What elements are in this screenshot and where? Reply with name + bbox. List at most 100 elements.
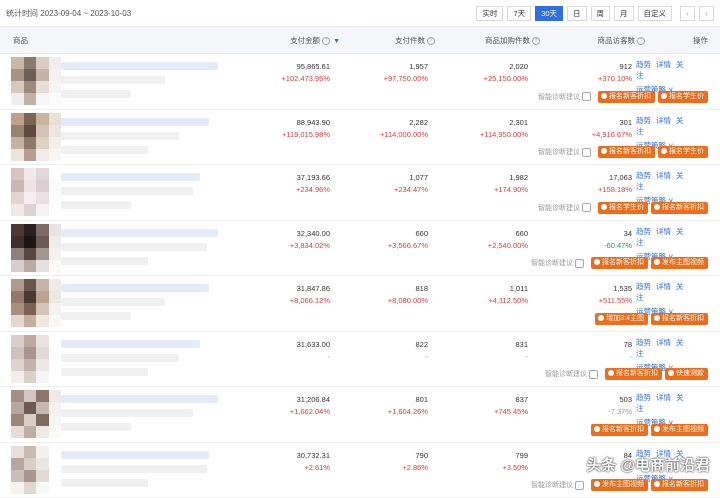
trend-link[interactable]: 趋势: [636, 393, 651, 402]
action-button-1[interactable]: 报名学生价: [598, 202, 648, 214]
pay-amount-value: 95,865.61: [235, 62, 330, 74]
detail-link[interactable]: 详情: [656, 393, 671, 402]
diagnosis-label[interactable]: 智能诊断建议: [538, 203, 591, 213]
trend-link[interactable]: 趋势: [636, 116, 651, 125]
range-button[interactable]: 30天: [535, 6, 563, 21]
help-icon[interactable]: ?: [322, 37, 330, 45]
diagnosis-label[interactable]: 智能诊断建议: [538, 92, 591, 102]
product-title-blurred[interactable]: [61, 54, 235, 109]
action-button-2[interactable]: 报名学生价: [658, 146, 708, 158]
pay-amount-value: 32,340.00: [235, 229, 330, 241]
prev-arrow-icon[interactable]: ‹: [680, 6, 695, 21]
product-title-blurred[interactable]: [61, 276, 235, 331]
pay-amount-cell: 32,340.00+3,834.02%: [235, 221, 330, 276]
action-button-1[interactable]: 发布主图视频: [591, 479, 648, 491]
product-title-blurred[interactable]: [61, 110, 235, 165]
trend-link[interactable]: 趋势: [636, 171, 651, 180]
row-actions: 智能诊断建议报名新客折扣快速测款: [545, 368, 708, 380]
header-cart-count[interactable]: 商品加购件数?: [435, 35, 540, 46]
action-button-2[interactable]: 发布主图视频: [651, 257, 708, 269]
pay-count-change: +3,566.67%: [330, 241, 428, 250]
action-button-2[interactable]: 报名学生价: [658, 91, 708, 103]
product-title-blurred[interactable]: [61, 443, 235, 498]
product-thumbnail[interactable]: [11, 57, 61, 105]
detail-link[interactable]: 详情: [656, 171, 671, 180]
action-button-2[interactable]: 发布主图视频: [651, 424, 708, 436]
header-pay-amount[interactable]: 支付金额?▼: [235, 35, 340, 46]
diagnosis-label[interactable]: 智能诊断建议: [545, 369, 598, 379]
cart-count-value: 799: [428, 451, 528, 463]
product-title-blurred[interactable]: [61, 221, 235, 276]
trend-link[interactable]: 趋势: [636, 60, 651, 69]
help-icon[interactable]: ?: [637, 37, 645, 45]
product-title-blurred[interactable]: [61, 332, 235, 387]
cart-count-value: 837: [428, 395, 528, 407]
product-thumbnail[interactable]: [11, 279, 61, 327]
pay-amount-change: +1,662.04%: [235, 407, 330, 416]
action-button-1[interactable]: 报名新客折扣: [598, 146, 655, 158]
cart-count-cell: 1,982+174.90%: [428, 165, 528, 220]
detail-link[interactable]: 详情: [656, 227, 671, 236]
visitors-value: 503: [528, 395, 632, 407]
range-button[interactable]: 日: [567, 6, 587, 21]
range-button[interactable]: 周: [591, 6, 611, 21]
pay-count-change: +97,750.00%: [330, 74, 428, 83]
visitors-value: 17,063: [528, 173, 632, 185]
visitors-value: 34: [528, 229, 632, 241]
diagnosis-label[interactable]: 智能诊断建议: [538, 147, 591, 157]
action-button-2[interactable]: 报名新客折扣: [651, 479, 708, 491]
detail-link[interactable]: 详情: [656, 60, 671, 69]
action-button-1[interactable]: 报名新客折扣: [591, 424, 648, 436]
trend-link[interactable]: 趋势: [636, 227, 651, 236]
cart-count-change: +4,112.50%: [428, 296, 528, 305]
cart-count-value: 1,982: [428, 173, 528, 185]
pay-count-value: 2,282: [330, 118, 428, 130]
diagnosis-label[interactable]: 智能诊断建议: [531, 258, 584, 268]
help-icon[interactable]: ?: [427, 37, 435, 45]
product-thumbnail[interactable]: [11, 224, 61, 272]
sort-desc-icon[interactable]: ▼: [333, 38, 340, 45]
action-button-1[interactable]: 报名新客折扣: [598, 91, 655, 103]
product-title-blurred[interactable]: [61, 165, 235, 220]
next-arrow-icon[interactable]: ›: [699, 6, 714, 21]
range-button[interactable]: 7天: [507, 6, 531, 21]
action-button-1[interactable]: 报名新客折扣: [591, 257, 648, 269]
action-button-2[interactable]: 快速测款: [665, 368, 708, 380]
diagnosis-label[interactable]: 智能诊断建议: [531, 480, 584, 490]
pay-amount-cell: 30,732.31+2.61%: [235, 443, 330, 498]
row-actions: 报名新客折扣发布主图视频: [588, 424, 708, 436]
range-button[interactable]: 月: [614, 6, 634, 21]
trend-link[interactable]: 趋势: [636, 282, 651, 291]
help-icon[interactable]: ?: [532, 37, 540, 45]
product-thumbnail[interactable]: [11, 335, 61, 383]
range-button[interactable]: 自定义: [638, 6, 673, 21]
pay-count-cell: 790+2.86%: [330, 443, 428, 498]
badge-icon: [601, 148, 607, 154]
cart-count-cell: 837+745.45%: [428, 387, 528, 442]
badge-icon: [601, 204, 607, 210]
cart-count-change: +174.90%: [428, 185, 528, 194]
product-title-blurred[interactable]: [61, 387, 235, 442]
action-button-2[interactable]: 报名新客折扣: [651, 313, 708, 325]
action-button-2[interactable]: 报名新客折扣: [651, 202, 708, 214]
pay-amount-value: 31,206.84: [235, 395, 330, 407]
watermark: 头条 @电商前沿君: [586, 454, 710, 475]
pay-amount-cell: 31,633.00-: [235, 332, 330, 387]
product-thumbnail[interactable]: [11, 446, 61, 494]
detail-link[interactable]: 详情: [656, 282, 671, 291]
pay-count-value: 801: [330, 395, 428, 407]
product-thumbnail[interactable]: [11, 390, 61, 438]
range-button[interactable]: 实时: [476, 6, 503, 21]
header-visitors[interactable]: 商品访客数?: [540, 35, 645, 46]
pay-amount-value: 31,633.00: [235, 340, 330, 352]
detail-link[interactable]: 详情: [656, 116, 671, 125]
detail-link[interactable]: 详情: [656, 338, 671, 347]
pay-amount-change: +2.61%: [235, 463, 330, 472]
action-button-1[interactable]: 增加3:4主图: [595, 313, 648, 325]
table-row: 31,847.86+8,066.12%818+8,080.00%1,011+4,…: [0, 276, 720, 332]
header-pay-count[interactable]: 支付件数?: [340, 35, 435, 46]
product-thumbnail[interactable]: [11, 113, 61, 161]
action-button-1[interactable]: 报名新客折扣: [605, 368, 662, 380]
product-thumbnail[interactable]: [11, 168, 61, 216]
trend-link[interactable]: 趋势: [636, 338, 651, 347]
